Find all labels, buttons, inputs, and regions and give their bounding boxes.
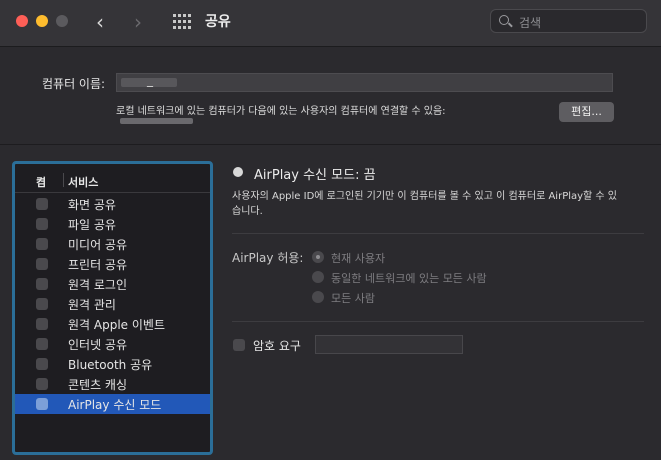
section-divider (0, 144, 661, 145)
detail-divider (232, 321, 644, 322)
radio-button[interactable] (312, 291, 324, 303)
service-label: AirPlay 수신 모드 (68, 398, 162, 412)
service-label: 콘텐츠 캐싱 (68, 378, 128, 392)
service-status: AirPlay 수신 모드: 끔 (254, 168, 376, 183)
require-password-label: 암호 요구 (253, 339, 301, 353)
service-checkbox[interactable] (36, 378, 48, 390)
service-checkbox[interactable] (36, 338, 48, 350)
service-label: 원격 Apple 이벤트 (68, 318, 165, 332)
service-row[interactable]: 파일 공유 (15, 214, 210, 234)
service-row[interactable]: AirPlay 수신 모드 (15, 394, 210, 414)
radio-label: 동일한 네트워크에 있는 모든 사람 (331, 272, 487, 285)
service-label: 원격 관리 (68, 298, 116, 312)
search-field[interactable]: 검색 (490, 9, 647, 33)
forward-arrow-icon[interactable]: › (134, 10, 142, 34)
service-row[interactable]: 원격 관리 (15, 294, 210, 314)
service-checkbox[interactable] (36, 198, 48, 210)
service-checkbox[interactable] (36, 318, 48, 330)
service-checkbox[interactable] (36, 238, 48, 250)
status-indicator-icon (233, 167, 243, 177)
services-list-header: 켬 서비스 (15, 164, 210, 193)
close-window-button[interactable] (16, 15, 28, 27)
service-column-header[interactable]: 서비스 (68, 174, 98, 190)
show-all-grid-icon[interactable] (173, 14, 191, 30)
service-label: 화면 공유 (68, 198, 116, 212)
service-label: Bluetooth 공유 (68, 358, 153, 372)
minimize-window-button[interactable] (36, 15, 48, 27)
service-label: 파일 공유 (68, 218, 116, 232)
service-row[interactable]: 원격 Apple 이벤트 (15, 314, 210, 334)
require-password-checkbox[interactable] (233, 339, 245, 351)
edit-button[interactable]: 편집... (559, 102, 614, 122)
service-checkbox[interactable] (36, 398, 48, 410)
service-checkbox[interactable] (36, 278, 48, 290)
airplay-allow-label: AirPlay 허용: (232, 251, 304, 265)
password-input[interactable] (315, 335, 463, 354)
redacted-address-mask (120, 118, 193, 124)
computer-name-label: 컴퓨터 이름: (42, 77, 106, 91)
service-checkbox[interactable] (36, 358, 48, 370)
service-row[interactable]: Bluetooth 공유 (15, 354, 210, 374)
title-bar: ‹ › 공유 검색 (0, 0, 661, 47)
search-placeholder: 검색 (519, 16, 542, 30)
service-info: 사용자의 Apple ID에 로그인된 기기만 이 컴퓨터를 볼 수 있고 이 … (232, 191, 618, 217)
service-checkbox[interactable] (36, 258, 48, 270)
service-row[interactable]: 미디어 공유 (15, 234, 210, 254)
service-row[interactable]: 콘텐츠 캐싱 (15, 374, 210, 394)
detail-divider (232, 233, 644, 234)
zoom-window-button[interactable] (56, 15, 68, 27)
search-icon (499, 15, 509, 25)
services-list[interactable]: 켬 서비스 화면 공유파일 공유미디어 공유프린터 공유원격 로그인원격 관리원… (12, 161, 213, 455)
service-checkbox[interactable] (36, 218, 48, 230)
radio-label: 모든 사람 (331, 292, 375, 305)
column-separator (63, 173, 64, 187)
radio-button[interactable] (312, 251, 324, 263)
radio-label: 현재 사용자 (331, 252, 386, 265)
computer-name-value: _ (147, 73, 153, 87)
back-arrow-icon[interactable]: ‹ (96, 10, 104, 34)
service-row[interactable]: 프린터 공유 (15, 254, 210, 274)
service-label: 인터넷 공유 (68, 338, 128, 352)
radio-button[interactable] (312, 271, 324, 283)
computer-name-input[interactable]: _ (116, 73, 613, 92)
service-label: 프린터 공유 (68, 258, 128, 272)
window-title: 공유 (205, 14, 231, 30)
service-label: 원격 로그인 (68, 278, 128, 292)
computer-name-description: 로컬 네트워크에 있는 컴퓨터가 다음에 있는 사용자의 컴퓨터에 연결할 수 … (116, 106, 446, 117)
service-row[interactable]: 인터넷 공유 (15, 334, 210, 354)
service-checkbox[interactable] (36, 298, 48, 310)
service-label: 미디어 공유 (68, 238, 128, 252)
service-row[interactable]: 화면 공유 (15, 194, 210, 214)
service-row[interactable]: 원격 로그인 (15, 274, 210, 294)
on-column-header[interactable]: 켬 (36, 174, 46, 190)
